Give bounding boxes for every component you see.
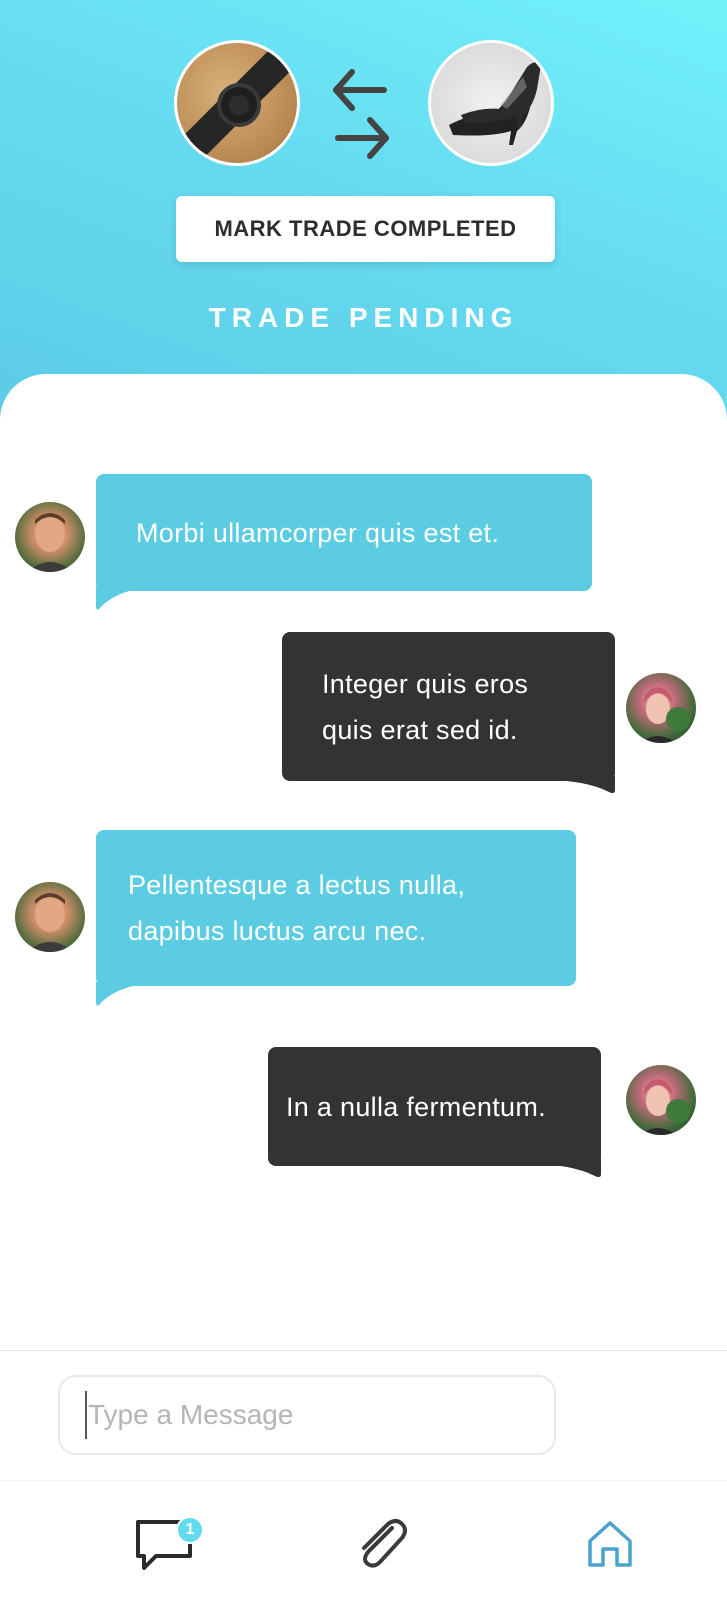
recipient-avatar[interactable] (626, 1065, 696, 1135)
text-caret (85, 1391, 87, 1439)
message-text-line-1: Integer quis eros (322, 668, 529, 699)
message-composer (0, 1350, 727, 1480)
trade-header: MARK TRADE COMPLETED TRADE PENDING (0, 0, 727, 420)
message-bubble-outgoing: In a nulla fermentum. (268, 1047, 601, 1166)
unread-count-badge: 1 (176, 1516, 204, 1544)
mark-trade-completed-button[interactable]: MARK TRADE COMPLETED (176, 196, 555, 262)
message-text-line-2: quis erat sed id. (322, 714, 518, 745)
message-text-line-2: dapibus luctus arcu nec. (128, 916, 427, 946)
bubble-tail (96, 982, 156, 1006)
message-bubble-incoming: Pellentesque a lectus nulla, dapibus luc… (96, 830, 576, 986)
sender-avatar[interactable] (15, 882, 85, 952)
offered-item-watch-image[interactable] (174, 40, 300, 166)
paperclip-icon (362, 1519, 407, 1568)
sender-avatar[interactable] (15, 502, 85, 572)
message-text-line-1: Pellentesque a lectus nulla, (128, 870, 466, 900)
message-bubble-outgoing: Integer quis eros quis erat sed id. (282, 632, 615, 781)
swap-arrows-icon (333, 69, 389, 159)
tab-home[interactable] (575, 1509, 645, 1579)
message-text: In a nulla fermentum. (286, 1091, 546, 1122)
bottom-tab-bar (0, 1480, 727, 1602)
requested-item-shoes-image[interactable] (428, 40, 554, 166)
recipient-avatar[interactable] (626, 673, 696, 743)
bubble-tail (96, 586, 156, 610)
bubble-tail (545, 776, 615, 794)
tab-attachments[interactable] (347, 1509, 417, 1579)
message-text: Morbi ullamcorper quis est et. (136, 517, 500, 548)
trade-status-label: TRADE PENDING (208, 302, 519, 333)
bubble-tail (531, 1160, 601, 1178)
message-input[interactable] (58, 1375, 556, 1455)
home-icon (588, 1521, 632, 1567)
message-bubble-incoming: Morbi ullamcorper quis est et. (96, 474, 592, 591)
